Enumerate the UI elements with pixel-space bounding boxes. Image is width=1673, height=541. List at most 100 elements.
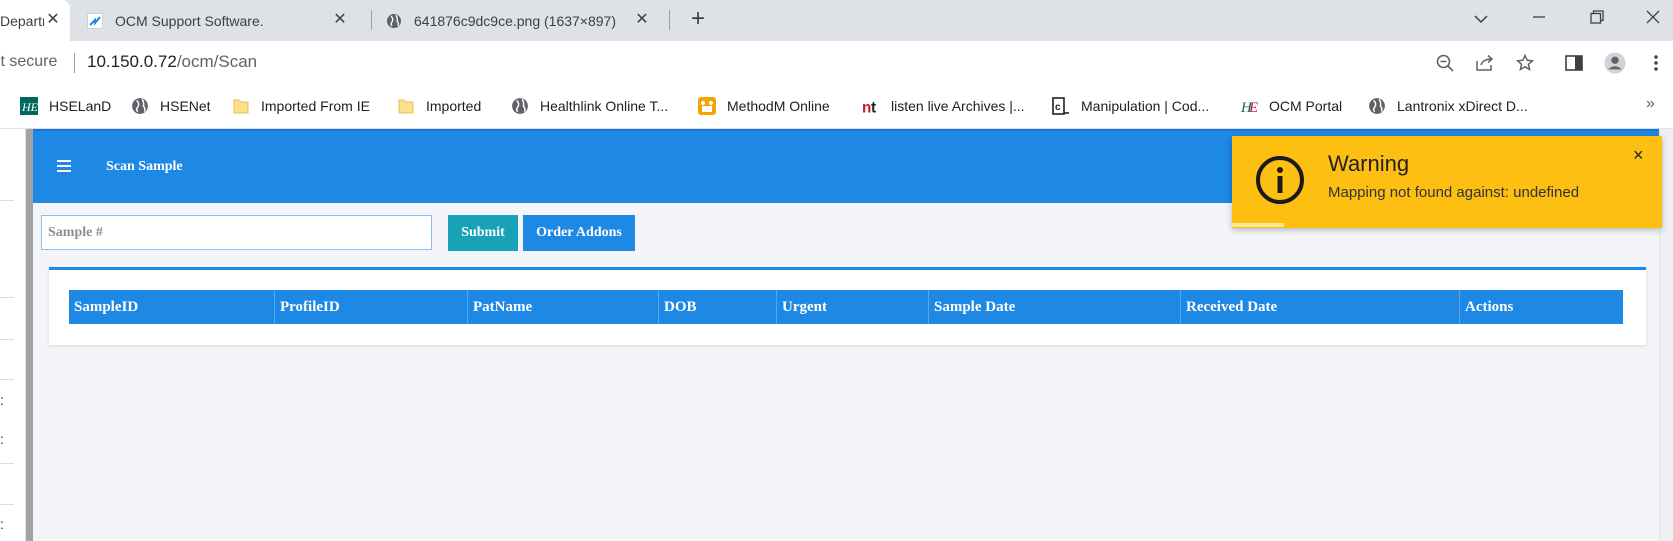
samples-table-panel: SampleID ProfileID PatName DOB Urgent Sa… [49,267,1646,345]
column-header-urgent[interactable]: Urgent [776,290,928,324]
tab-title: 641876c9dc9ce.png (1637×897) [414,12,617,29]
hse-icon: HE [1240,97,1258,115]
column-header-actions[interactable]: Actions [1459,290,1623,324]
tab-separator [669,10,670,30]
globe-icon [386,13,402,29]
url-host: 10.150.0.72 [87,52,177,71]
bookmark-manipulation[interactable]: c Manipulation | Cod... [1052,95,1209,117]
bookmark-label: HSELanD [49,98,112,114]
security-status[interactable]: Not secure [0,53,57,71]
bookmark-label: OCM Portal [1269,98,1343,114]
address-bar: Not secure 10.150.0.72/ocm/Scan [0,41,1673,83]
bookmark-methodm[interactable]: MethodM Online [698,95,830,117]
bookmark-label: Imported [426,98,482,114]
svg-text:HE: HE [21,100,38,114]
bookmark-imported[interactable]: Imported [397,95,481,117]
sidebar-divider [0,463,14,464]
bookmark-ocm-portal[interactable]: HE OCM Portal [1240,95,1342,117]
restore-icon[interactable] [1585,8,1609,32]
bookmark-label: MethodM Online [727,98,830,114]
toast-message: Mapping not found against: undefined [1328,184,1580,201]
side-panel-icon[interactable] [1563,52,1585,74]
close-icon[interactable]: ✕ [633,11,651,29]
sidebar-divider [0,200,14,201]
globe-icon [1368,97,1386,115]
nt-icon: nt [862,97,880,115]
column-header-patname[interactable]: PatName [467,290,658,324]
tab-active[interactable]: Departm ✕ [0,0,70,41]
bookmark-label: HSENet [160,98,211,114]
globe-icon [131,97,149,115]
bookmark-label: Imported From IE [261,98,370,114]
sidebar-item-icon[interactable]: : [0,516,4,532]
tab-search-icon[interactable] [1469,8,1493,32]
more-menu-icon[interactable] [1645,52,1667,74]
bookmark-healthlink[interactable]: Healthlink Online T... [511,95,668,117]
window-close-icon[interactable] [1641,8,1665,32]
bookmark-lantronix[interactable]: Lantronix xDirect D... [1368,95,1528,117]
folder-icon [232,97,250,115]
sidebar-divider [0,339,14,340]
hamburger-menu-icon[interactable] [57,160,71,172]
bookmarks-bar: HE HSELanD HSENet Imported From IE Impor… [0,83,1673,129]
tab-image-preview[interactable]: 641876c9dc9ce.png (1637×897) ✕ [386,0,666,41]
column-header-sampleid[interactable]: SampleID [69,290,274,324]
left-sidebar: : : : [0,129,26,541]
svg-text:n: n [862,99,871,115]
hse-icon: HE [20,97,38,115]
bookmark-label: listen live Archives |... [891,98,1025,114]
bookmark-label: Lantronix xDirect D... [1397,98,1528,114]
close-icon[interactable]: ✕ [331,11,349,29]
sidebar-divider [0,379,14,380]
svg-text:E: E [1248,100,1258,115]
tab-title: Departm [0,12,44,29]
profile-avatar-icon[interactable] [1604,52,1626,74]
toast-title: Warning [1328,151,1410,176]
info-icon [1254,154,1306,206]
new-tab-button[interactable]: + [686,7,710,32]
minimize-icon[interactable] [1527,8,1551,32]
bookmark-listen-live[interactable]: nt listen live Archives |... [862,95,1025,117]
bookmark-label: Manipulation | Cod... [1081,98,1210,114]
sidebar-divider [0,297,14,298]
folder-icon [397,97,415,115]
table-header: SampleID ProfileID PatName DOB Urgent Sa… [69,290,1623,324]
bookmark-imported-from-ie[interactable]: Imported From IE [232,95,370,117]
tab-separator [371,10,372,30]
toast-progress-bar [1232,223,1284,227]
bookmark-hsenet[interactable]: HSENet [131,95,211,117]
sidebar-item-icon[interactable]: : [0,431,4,447]
bookmarks-overflow-button[interactable]: » [1646,95,1655,113]
close-icon[interactable]: ✕ [44,11,62,29]
url-separator [74,53,75,73]
browser-tab-strip: Departm ✕ OCM Support Software. ✕ 641876… [0,0,1673,41]
zoom-out-icon[interactable] [1434,52,1456,74]
submit-button[interactable]: Submit [448,215,518,251]
svg-text:t: t [871,99,876,115]
globe-icon [511,97,529,115]
sidebar-item-icon[interactable]: : [0,392,4,408]
column-header-dob[interactable]: DOB [658,290,776,324]
star-icon[interactable] [1514,52,1536,74]
column-header-profileid[interactable]: ProfileID [274,290,467,324]
bookmark-hseland[interactable]: HE HSELanD [20,95,111,117]
sidebar-edge [26,129,33,541]
sample-number-input[interactable] [41,215,432,250]
column-header-received-date[interactable]: Received Date [1180,290,1459,324]
code-icon: c [1052,97,1070,115]
tab-title: OCM Support Software. [115,12,264,29]
sidebar-divider [0,504,14,505]
tab-ocm-support[interactable]: OCM Support Software. ✕ [87,0,367,41]
bookmark-label: Healthlink Online T... [540,98,669,114]
warning-toast[interactable]: Warning Mapping not found against: undef… [1232,136,1662,228]
svg-text:c: c [1055,102,1061,113]
toast-close-button[interactable]: × [1633,146,1644,164]
ocm-icon [87,12,103,29]
url-field[interactable]: 10.150.0.72/ocm/Scan [87,52,257,72]
methodm-icon [698,97,716,115]
page-title: Scan Sample [106,159,183,174]
share-icon[interactable] [1474,52,1496,74]
column-header-sample-date[interactable]: Sample Date [928,290,1180,324]
order-addons-button[interactable]: Order Addons [523,215,635,251]
url-path: /ocm/Scan [176,52,258,71]
